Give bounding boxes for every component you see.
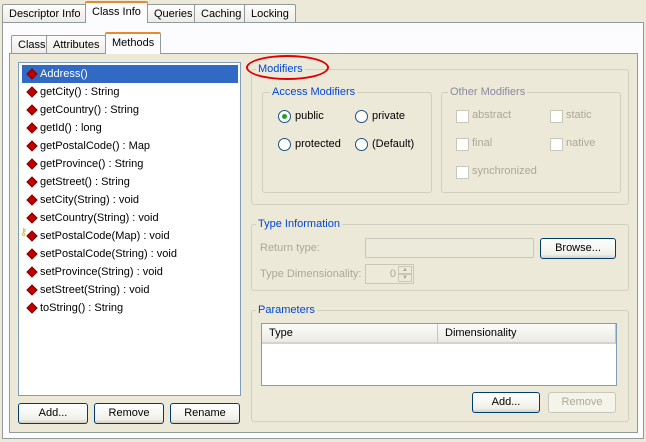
- tab-locking[interactable]: Locking: [244, 4, 296, 23]
- checkbox-abstract-label: abstract: [472, 109, 512, 121]
- method-diamond-icon: [26, 302, 38, 314]
- dimensionality-spinner[interactable]: 0 ▲ ▼: [365, 264, 414, 284]
- add-parameter-button[interactable]: Add...: [472, 392, 540, 413]
- radio-public[interactable]: [278, 110, 291, 123]
- method-list-item[interactable]: toString() : String: [22, 299, 238, 317]
- method-label: Address(): [40, 68, 88, 80]
- method-label: setPostalCode(String) : void: [40, 248, 177, 260]
- methods-list[interactable]: Address() getCity() : String getCountry() …: [18, 62, 241, 396]
- method-diamond-icon: [26, 248, 38, 260]
- tab-descriptor-info[interactable]: Descriptor Info: [2, 4, 88, 23]
- rename-method-button[interactable]: Rename: [170, 403, 240, 424]
- browse-button[interactable]: Browse...: [540, 238, 616, 259]
- spinner-up-icon[interactable]: ▲: [398, 266, 412, 274]
- key-icon: ⚷: [20, 227, 28, 238]
- other-modifiers-title: Other Modifiers: [448, 86, 528, 98]
- checkbox-synchronized-label: synchronized: [472, 165, 537, 177]
- method-list-item[interactable]: Address(): [22, 65, 238, 83]
- access-modifiers-title: Access Modifiers: [270, 86, 358, 98]
- method-list-item[interactable]: getStreet() : String: [22, 173, 238, 191]
- method-label: getCity() : String: [40, 86, 120, 98]
- checkbox-static-label: static: [566, 109, 592, 121]
- method-list-item[interactable]: setCity(String) : void: [22, 191, 238, 209]
- add-method-button[interactable]: Add...: [18, 403, 88, 424]
- tab-class-info[interactable]: Class Info: [85, 1, 148, 23]
- method-list-item[interactable]: getCountry() : String: [22, 101, 238, 119]
- method-diamond-icon: [26, 158, 38, 170]
- radio-default[interactable]: [355, 138, 368, 151]
- method-label: setStreet(String) : void: [40, 284, 150, 296]
- method-diamond-icon: [26, 176, 38, 188]
- checkbox-final-label: final: [472, 137, 493, 149]
- modifiers-title: Modifiers: [256, 63, 305, 75]
- parameters-title: Parameters: [256, 304, 317, 316]
- spinner-down-icon[interactable]: ▼: [398, 274, 412, 282]
- method-list-item[interactable]: setPostalCode(String) : void: [22, 245, 238, 263]
- method-label: getPostalCode() : Map: [40, 140, 151, 152]
- method-list-item[interactable]: getPostalCode() : Map: [22, 137, 238, 155]
- method-label: setPostalCode(Map) : void: [40, 230, 170, 242]
- method-list-item[interactable]: getCity() : String: [22, 83, 238, 101]
- method-label: getCountry() : String: [40, 104, 140, 116]
- method-list-item[interactable]: setCountry(String) : void: [22, 209, 238, 227]
- type-information-title: Type Information: [256, 218, 342, 230]
- method-label: toString() : String: [40, 302, 124, 314]
- checkbox-static[interactable]: [550, 110, 563, 123]
- checkbox-native[interactable]: [550, 138, 563, 151]
- radio-default-label: (Default): [372, 138, 415, 150]
- remove-method-button[interactable]: Remove: [94, 403, 164, 424]
- radio-protected-label: protected: [295, 138, 341, 150]
- method-diamond-icon: [26, 122, 38, 134]
- method-label: getProvince() : String: [40, 158, 144, 170]
- method-list-item[interactable]: setProvince(String) : void: [22, 263, 238, 281]
- method-label: setCountry(String) : void: [40, 212, 159, 224]
- radio-public-label: public: [295, 110, 324, 122]
- tab-methods[interactable]: Methods: [105, 32, 162, 54]
- method-label: getId() : long: [40, 122, 102, 134]
- method-diamond-icon: [26, 212, 38, 224]
- radio-protected[interactable]: [278, 138, 291, 151]
- column-header-type[interactable]: Type: [262, 324, 438, 344]
- dimensionality-value: 0: [389, 268, 396, 280]
- checkbox-abstract[interactable]: [456, 110, 469, 123]
- method-diamond-icon: [26, 104, 38, 116]
- method-label: getStreet() : String: [40, 176, 130, 188]
- checkbox-native-label: native: [566, 137, 596, 149]
- tab-caching[interactable]: Caching: [194, 4, 249, 23]
- method-list-item[interactable]: setStreet(String) : void: [22, 281, 238, 299]
- dimensionality-label: Type Dimensionality:: [260, 268, 362, 280]
- method-diamond-icon: [26, 194, 38, 206]
- method-diamond-icon: [26, 266, 38, 278]
- method-label: setCity(String) : void: [40, 194, 140, 206]
- method-list-item[interactable]: getProvince() : String: [22, 155, 238, 173]
- return-type-field[interactable]: [365, 238, 534, 258]
- method-label: setProvince(String) : void: [40, 266, 163, 278]
- method-diamond-icon: [26, 284, 38, 296]
- method-diamond-icon: [26, 230, 38, 242]
- tab-attributes[interactable]: Attributes: [46, 35, 107, 54]
- radio-private[interactable]: [355, 110, 368, 123]
- parameters-table[interactable]: Type Dimensionality: [261, 323, 617, 386]
- method-list-item[interactable]: ⚷ setPostalCode(Map) : void: [20, 227, 238, 245]
- method-diamond-icon: [26, 86, 38, 98]
- checkbox-final[interactable]: [456, 138, 469, 151]
- method-diamond-icon: [26, 140, 38, 152]
- checkbox-synchronized[interactable]: [456, 166, 469, 179]
- method-list-item[interactable]: getId() : long: [22, 119, 238, 137]
- column-header-dimensionality[interactable]: Dimensionality: [438, 324, 616, 344]
- tab-queries[interactable]: Queries: [147, 4, 200, 23]
- remove-parameter-button[interactable]: Remove: [548, 392, 616, 413]
- radio-private-label: private: [372, 110, 406, 122]
- method-diamond-icon: [26, 68, 38, 80]
- return-type-label: Return type:: [260, 242, 320, 254]
